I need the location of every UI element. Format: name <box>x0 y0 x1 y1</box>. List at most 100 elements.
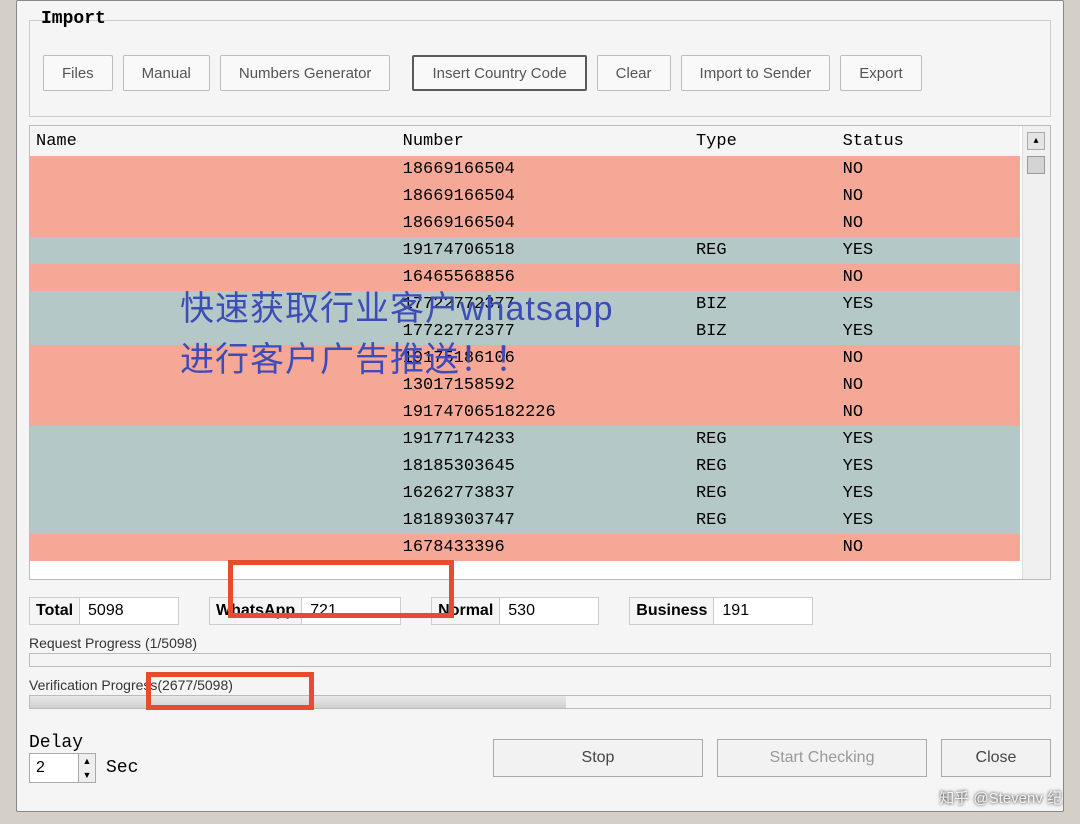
cell-number: 18189303747 <box>397 507 690 534</box>
table-row[interactable]: 16262773837REGYES <box>30 480 1020 507</box>
import-toolbar: Files Manual Numbers Generator Insert Co… <box>43 55 1037 91</box>
spinner-up-icon[interactable]: ▲ <box>79 754 95 768</box>
table-row[interactable]: 19175186106NO <box>30 345 1020 372</box>
table-row[interactable]: 191747065182226 NO <box>30 399 1020 426</box>
files-button[interactable]: Files <box>43 55 113 91</box>
cell-type <box>690 210 837 237</box>
clear-button[interactable]: Clear <box>597 55 671 91</box>
table-row[interactable]: 18185303645REGYES <box>30 453 1020 480</box>
import-legend: Import <box>41 9 106 29</box>
table-row[interactable]: 18189303747REGYES <box>30 507 1020 534</box>
cell-status: YES <box>837 453 1020 480</box>
cell-type <box>690 372 837 399</box>
normal-label: Normal <box>431 597 499 625</box>
cell-number: 191747065182226 <box>397 399 690 426</box>
cell-number: 18185303645 <box>397 453 690 480</box>
cell-type <box>690 534 837 561</box>
header-status[interactable]: Status <box>837 126 1020 156</box>
cell-status: NO <box>837 399 1020 426</box>
cell-type <box>690 183 837 210</box>
cell-name <box>30 210 397 237</box>
stats-row: Total 5098 WhatsApp 721 Normal 530 Busin… <box>29 595 1051 627</box>
scroll-up-icon[interactable]: ▴ <box>1027 132 1045 150</box>
table-scrollbar[interactable]: ▴ <box>1022 126 1050 579</box>
header-name[interactable]: Name <box>30 126 397 156</box>
cell-status: YES <box>837 291 1020 318</box>
cell-type: REG <box>690 426 837 453</box>
cell-number: 17722772377 <box>397 291 690 318</box>
import-to-sender-button[interactable]: Import to Sender <box>681 55 831 91</box>
delay-input[interactable] <box>30 754 78 782</box>
cell-name <box>30 372 397 399</box>
cell-status: NO <box>837 534 1020 561</box>
numbers-table: Name Number Type Status 18669166504 NO 186… <box>30 126 1020 561</box>
cell-type: REG <box>690 237 837 264</box>
table-row[interactable]: 1678433396NO <box>30 534 1020 561</box>
cell-status: NO <box>837 264 1020 291</box>
table-row[interactable]: 13017158592 NO <box>30 372 1020 399</box>
cell-status: YES <box>837 480 1020 507</box>
start-checking-button[interactable]: Start Checking <box>717 739 927 777</box>
header-type[interactable]: Type <box>690 126 837 156</box>
table-row[interactable]: 18669166504NO <box>30 156 1020 183</box>
cell-number: 19174706518 <box>397 237 690 264</box>
cell-name <box>30 399 397 426</box>
verification-progress-label: Verification Progress(2677/5098) <box>29 677 1051 693</box>
delay-spinner[interactable]: ▲ ▼ <box>29 753 96 783</box>
cell-name <box>30 237 397 264</box>
cell-type <box>690 345 837 372</box>
cell-number: 18669166504 <box>397 183 690 210</box>
cell-name <box>30 291 397 318</box>
business-label: Business <box>629 597 713 625</box>
cell-name <box>30 534 397 561</box>
cell-number: 16262773837 <box>397 480 690 507</box>
numbers-generator-button[interactable]: Numbers Generator <box>220 55 391 91</box>
scroll-thumb[interactable] <box>1027 156 1045 174</box>
manual-button[interactable]: Manual <box>123 55 210 91</box>
cell-name <box>30 345 397 372</box>
whatsapp-value: 721 <box>301 597 401 625</box>
table-row[interactable]: 17722772377BIZYES <box>30 318 1020 345</box>
close-button[interactable]: Close <box>941 739 1051 777</box>
cell-number: 16465568856 <box>397 264 690 291</box>
cell-status: NO <box>837 372 1020 399</box>
progress-section: Request Progress (1/5098) Verification P… <box>29 631 1051 709</box>
cell-number: 19177174233 <box>397 426 690 453</box>
table-row[interactable]: 18669166504 NO <box>30 210 1020 237</box>
cell-number: 13017158592 <box>397 372 690 399</box>
export-button[interactable]: Export <box>840 55 921 91</box>
cell-status: YES <box>837 507 1020 534</box>
cell-number: 18669166504 <box>397 210 690 237</box>
insert-country-code-button[interactable]: Insert Country Code <box>412 55 586 91</box>
cell-status: NO <box>837 345 1020 372</box>
normal-value: 530 <box>499 597 599 625</box>
table-row[interactable]: 19177174233REGYES <box>30 426 1020 453</box>
cell-name <box>30 183 397 210</box>
table-row[interactable]: 17722772377BIZYES <box>30 291 1020 318</box>
cell-type: BIZ <box>690 291 837 318</box>
cell-name <box>30 156 397 183</box>
delay-legend: Delay <box>29 733 138 753</box>
verification-progress-bar <box>29 695 1051 709</box>
delay-unit: Sec <box>106 758 138 778</box>
main-window: Import Files Manual Numbers Generator In… <box>16 0 1064 812</box>
cell-status: NO <box>837 210 1020 237</box>
business-value: 191 <box>713 597 813 625</box>
table-row[interactable]: 18669166504NO <box>30 183 1020 210</box>
stop-button[interactable]: Stop <box>493 739 703 777</box>
cell-type <box>690 399 837 426</box>
cell-type <box>690 264 837 291</box>
request-progress-label: Request Progress (1/5098) <box>29 635 1051 651</box>
header-number[interactable]: Number <box>397 126 690 156</box>
cell-name <box>30 318 397 345</box>
cell-type: REG <box>690 453 837 480</box>
table-row[interactable]: 16465568856 NO <box>30 264 1020 291</box>
spinner-down-icon[interactable]: ▼ <box>79 768 95 782</box>
import-group: Import Files Manual Numbers Generator In… <box>29 9 1051 117</box>
cell-name <box>30 507 397 534</box>
cell-name <box>30 426 397 453</box>
cell-type <box>690 156 837 183</box>
cell-type: BIZ <box>690 318 837 345</box>
request-progress-bar <box>29 653 1051 667</box>
table-row[interactable]: 19174706518REGYES <box>30 237 1020 264</box>
